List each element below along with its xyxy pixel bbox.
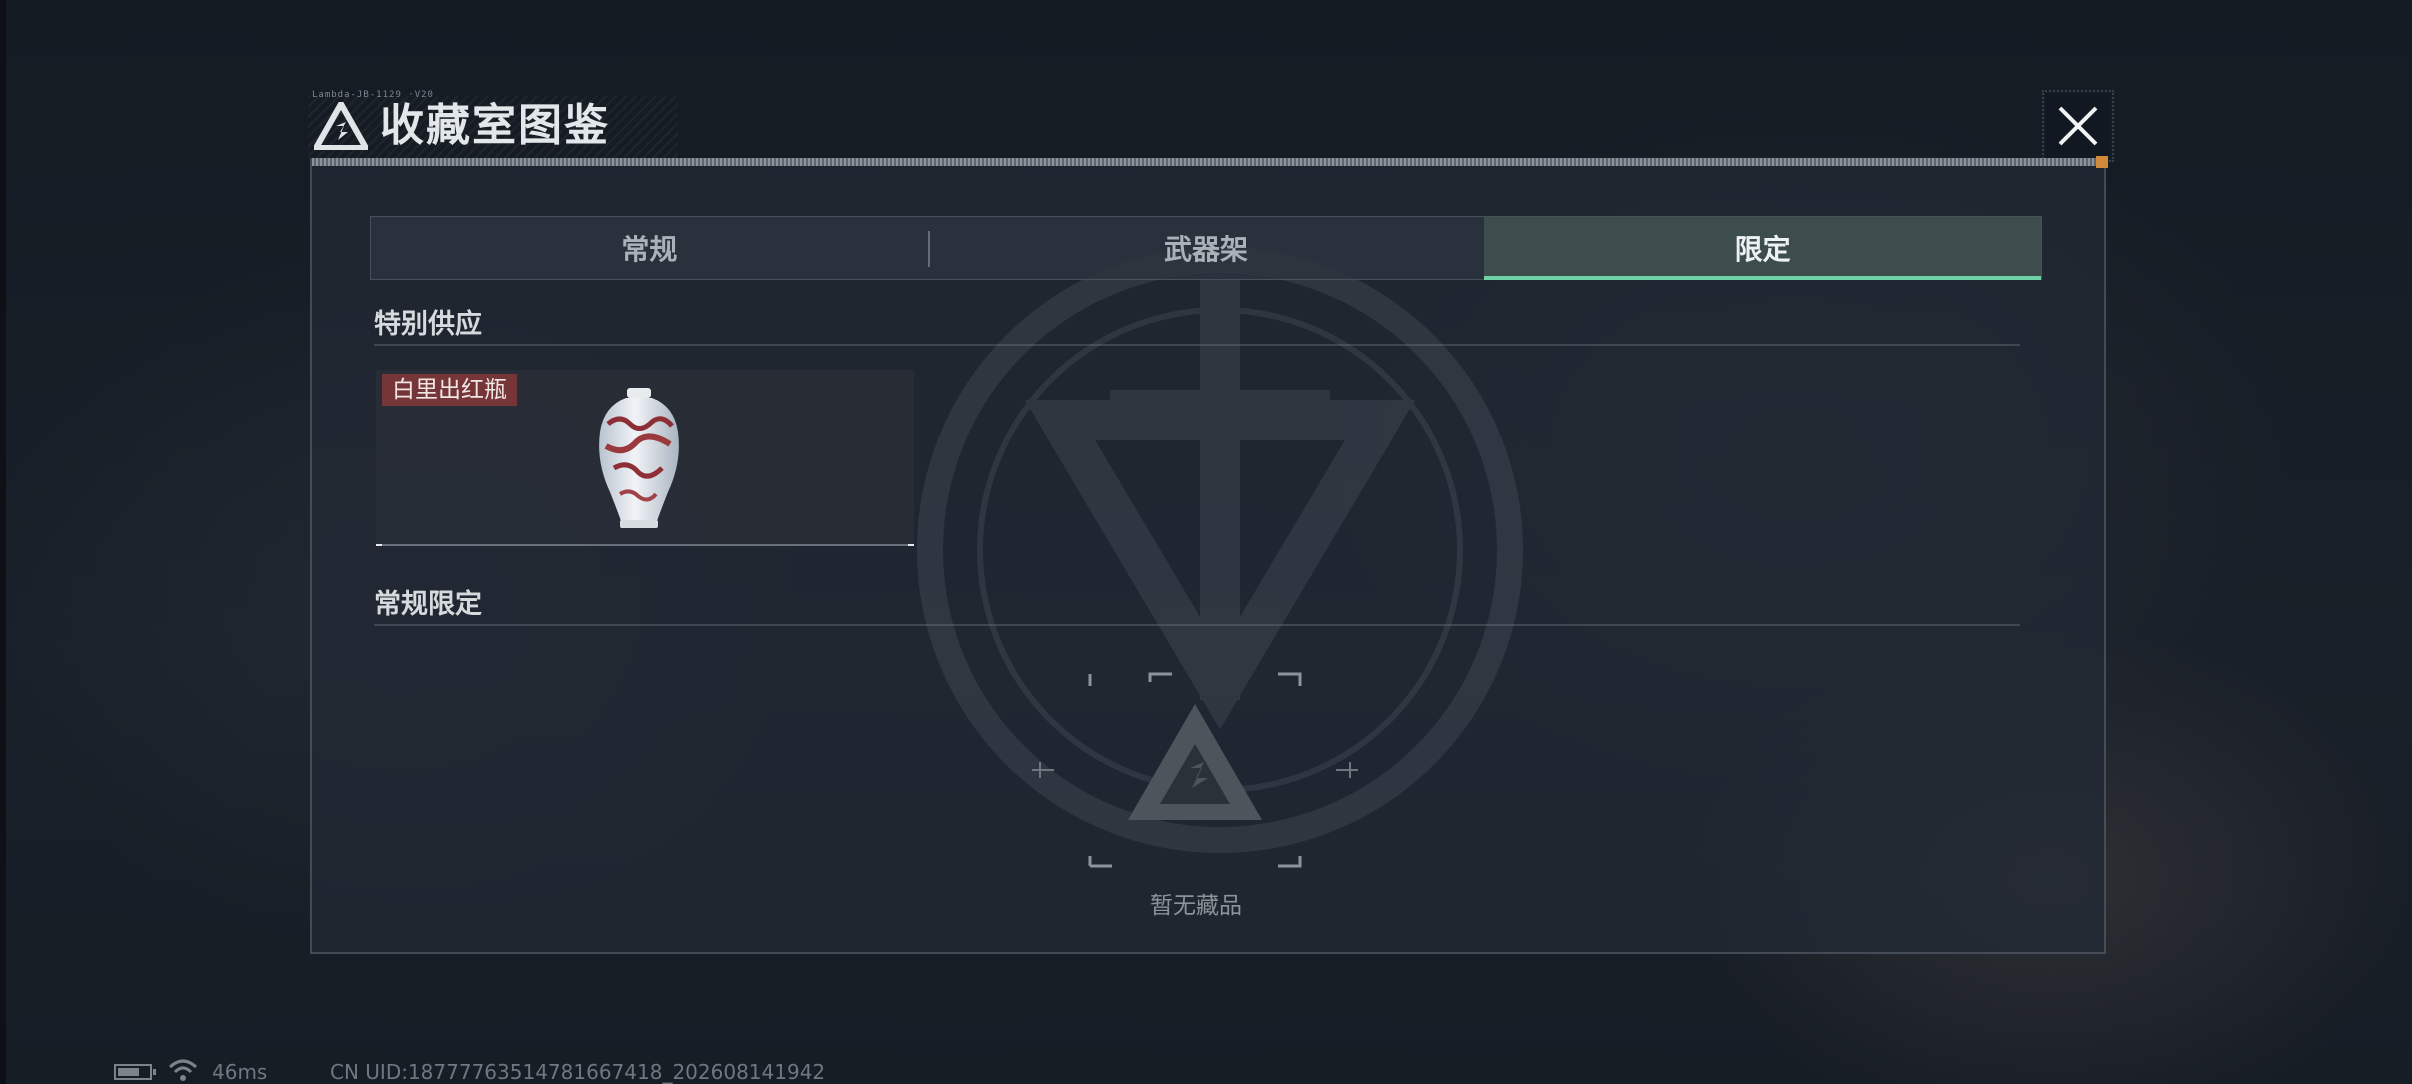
tab-weapon-rack[interactable]: 武器架 [927, 217, 1485, 279]
close-icon [2058, 106, 2098, 146]
tab-regular[interactable]: 常规 [371, 217, 928, 279]
battery-level-fill [118, 1068, 139, 1076]
category-tabs: 常规 武器架 限定 [370, 216, 2042, 280]
section-title-regular-limited: 常规限定 [374, 589, 482, 620]
section-title-special-supply: 特别供应 [374, 309, 482, 340]
vase-icon [599, 388, 679, 528]
empty-state-text: 暂无藏品 [1150, 893, 1242, 919]
page-title: 收藏室图鉴 [380, 100, 610, 151]
background-edge [0, 0, 6, 1084]
delta-logo-icon [314, 102, 368, 150]
battery-icon [114, 1064, 156, 1080]
section-divider [374, 344, 2020, 346]
panel-top-stripe [312, 156, 2108, 168]
title-bar: Lambda-JB-1129 ·V20 收藏室图鉴 [308, 90, 2116, 162]
user-uid: CN UID:1877776351478166741​8_20260814194… [330, 1060, 826, 1084]
item-name-tag: 白里出红瓶 [382, 374, 517, 406]
close-button[interactable] [2042, 90, 2114, 162]
empty-state-icon [1032, 672, 1358, 868]
tab-limited[interactable]: 限定 [1484, 217, 2042, 280]
collection-item-card[interactable]: 白里出红瓶 [376, 370, 914, 546]
section-divider [374, 624, 2020, 626]
wifi-icon [168, 1059, 198, 1081]
ping-latency: 46ms [212, 1060, 268, 1084]
